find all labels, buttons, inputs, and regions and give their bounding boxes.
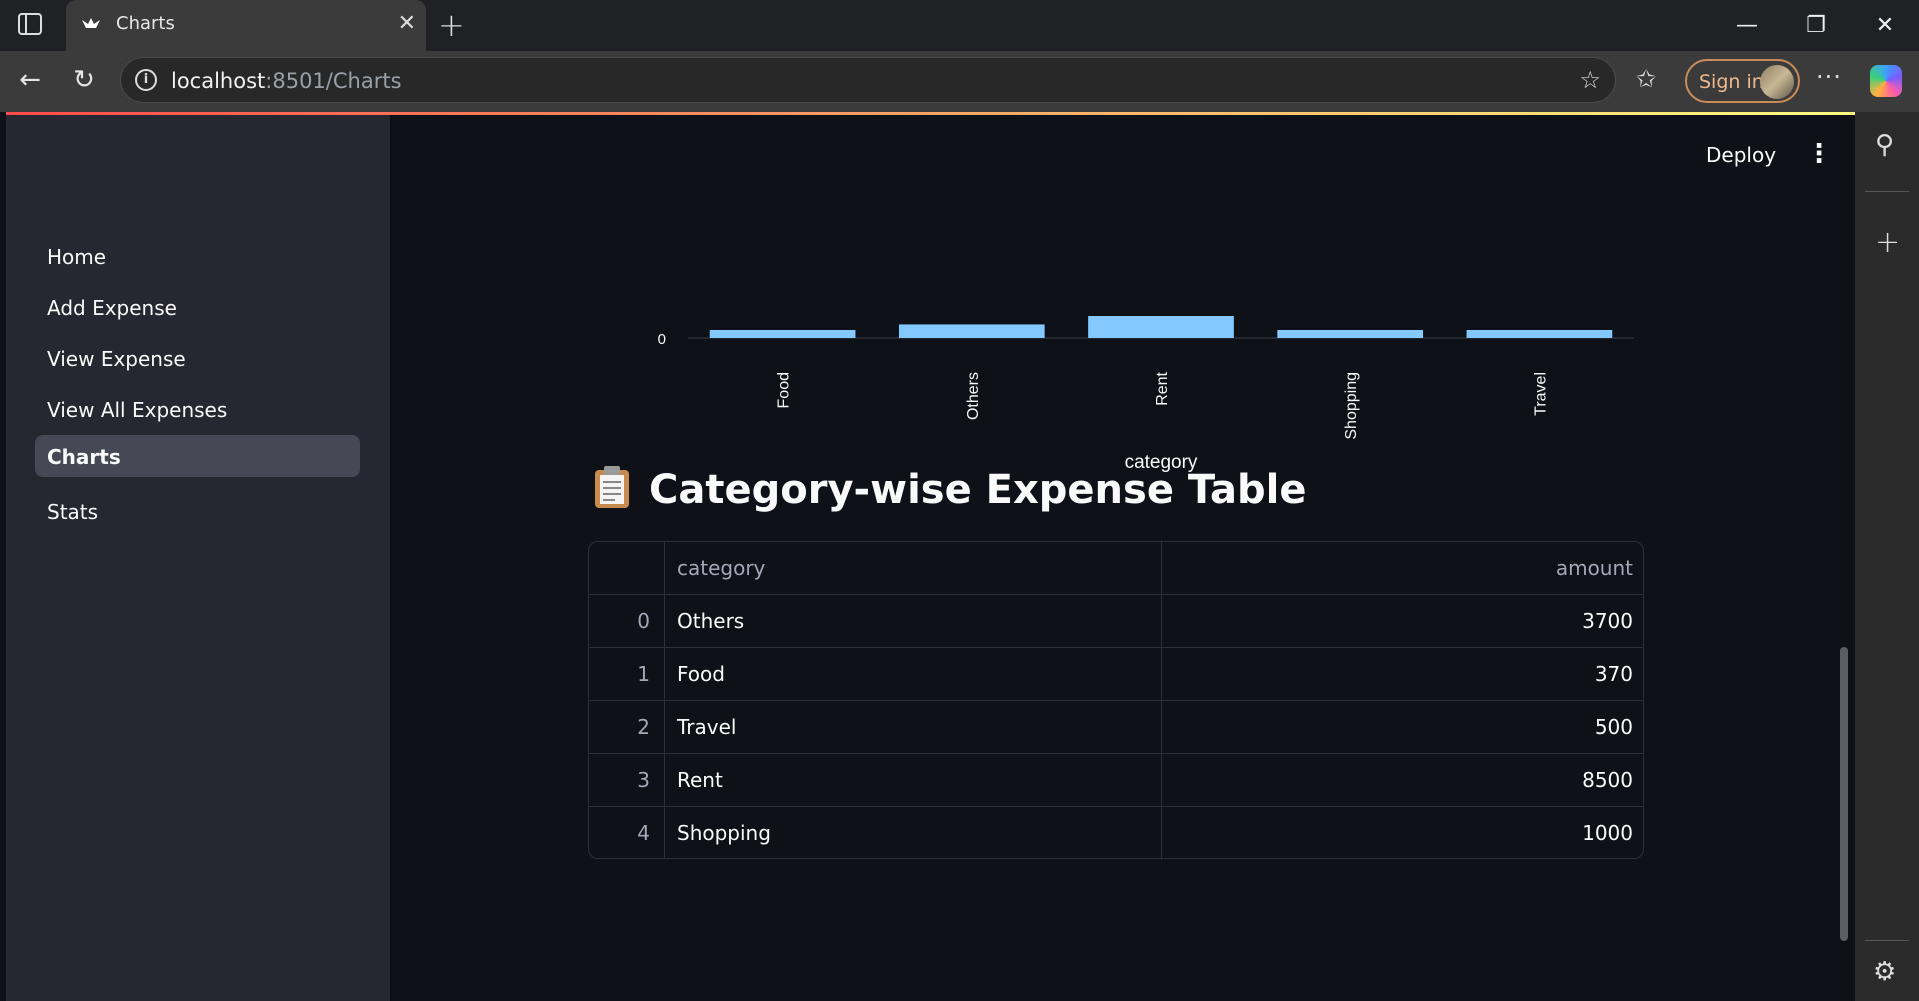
table-row[interactable]: 0 Others 3700 xyxy=(589,595,1643,648)
category-cell[interactable]: Rent xyxy=(665,754,1162,807)
category-cell[interactable]: Travel xyxy=(665,701,1162,754)
deploy-button[interactable]: Deploy xyxy=(1706,143,1776,167)
minimize-icon[interactable]: — xyxy=(1719,0,1775,51)
url-text[interactable]: localhost:8501/Charts xyxy=(171,69,402,93)
row-index: 3 xyxy=(589,754,665,807)
sidebar-item-add-expense[interactable]: Add Expense xyxy=(35,286,360,328)
table-row[interactable]: 1 Food 370 xyxy=(589,648,1643,701)
category-cell[interactable]: Food xyxy=(665,648,1162,701)
amount-cell[interactable]: 1000 xyxy=(1162,807,1643,858)
copilot-icon[interactable] xyxy=(1870,65,1902,97)
bar-food xyxy=(709,330,856,338)
x-tick-label: Shopping xyxy=(1343,372,1360,440)
browser-tab-bar: Charts ✕ + — ❐ ✕ xyxy=(0,0,1919,51)
row-index: 4 xyxy=(589,807,665,858)
section-title: Category-wise Expense Table xyxy=(649,467,1307,513)
bar-chart-svg: 0Food Others Rent Shopping Travelcategory xyxy=(658,316,1634,473)
favorites-icon[interactable]: ✩ xyxy=(1636,65,1656,93)
add-icon[interactable]: + xyxy=(1875,225,1900,260)
new-tab-icon[interactable]: + xyxy=(438,6,465,44)
row-index: 0 xyxy=(589,595,665,648)
address-bar[interactable]: i localhost:8501/Charts ☆ xyxy=(120,57,1616,103)
x-tick-label: Others xyxy=(965,372,982,420)
browser-side-panel: ⚲ + ⚙ xyxy=(1855,112,1919,1001)
sidebar-toggle-icon[interactable] xyxy=(18,13,42,35)
tab-close-icon[interactable]: ✕ xyxy=(398,11,416,36)
x-tick-label: Rent xyxy=(1154,371,1171,405)
bar-travel xyxy=(1466,330,1613,338)
sidebar: Home Add Expense View Expense View All E… xyxy=(6,115,390,1001)
row-index: 1 xyxy=(589,648,665,701)
section-heading: Category-wise Expense Table xyxy=(593,465,1306,513)
x-tick-label: Travel xyxy=(1532,372,1549,416)
favorite-star-icon[interactable]: ☆ xyxy=(1579,66,1601,94)
column-header-index[interactable] xyxy=(589,542,665,595)
restore-icon[interactable]: ❐ xyxy=(1788,0,1844,51)
bar-chart: 0 Food Others Rent Shopping Travel category xyxy=(620,180,1634,480)
search-icon[interactable]: ⚲ xyxy=(1875,130,1894,160)
amount-cell[interactable]: 8500 xyxy=(1162,754,1643,807)
reload-icon[interactable]: ↻ xyxy=(68,64,100,96)
sidebar-item-view-expense[interactable]: View Expense xyxy=(35,337,360,379)
more-options-icon[interactable]: ··· xyxy=(1816,63,1842,91)
main-menu-icon[interactable]: ⋮ xyxy=(1806,139,1832,169)
category-cell[interactable]: Others xyxy=(665,595,1162,648)
x-tick-label: Food xyxy=(776,372,793,408)
page-scrollbar[interactable] xyxy=(1840,647,1848,941)
table-row[interactable]: 3 Rent 8500 xyxy=(589,754,1643,807)
main-content: Deploy ⋮ 0 Food Others Rent Shopping Travel ca… xyxy=(390,115,1855,1001)
streamlit-crown-icon xyxy=(82,18,100,28)
tab-title: Charts xyxy=(116,13,175,34)
sign-in-button[interactable]: Sign in xyxy=(1685,59,1800,103)
category-cell[interactable]: Shopping xyxy=(665,807,1162,858)
amount-cell[interactable]: 3700 xyxy=(1162,595,1643,648)
column-header-category[interactable]: category xyxy=(665,542,1162,595)
site-info-icon[interactable]: i xyxy=(135,69,157,91)
sidebar-item-home[interactable]: Home xyxy=(35,235,360,277)
table-row[interactable]: 4 Shopping 1000 xyxy=(589,807,1643,858)
clipboard-icon xyxy=(595,466,629,508)
sidebar-item-stats[interactable]: Stats xyxy=(35,490,360,532)
bar-rent xyxy=(1088,316,1234,338)
column-header-amount[interactable]: amount xyxy=(1162,542,1643,595)
y-tick-label: 0 xyxy=(658,331,666,348)
amount-cell[interactable]: 370 xyxy=(1162,648,1643,701)
divider xyxy=(1865,191,1909,192)
browser-tab[interactable]: Charts ✕ xyxy=(66,0,426,51)
app-viewport: Home Add Expense View Expense View All E… xyxy=(6,112,1855,1001)
sidebar-item-view-all-expenses[interactable]: View All Expenses xyxy=(35,388,360,430)
gear-icon[interactable]: ⚙ xyxy=(1873,957,1896,987)
window-close-icon[interactable]: ✕ xyxy=(1857,0,1913,51)
table-row[interactable]: 2 Travel 500 xyxy=(589,701,1643,754)
bar-others xyxy=(898,324,1045,338)
amount-cell[interactable]: 500 xyxy=(1162,701,1643,754)
avatar xyxy=(1760,65,1794,99)
bar-shopping xyxy=(1277,330,1424,338)
divider xyxy=(1865,940,1909,941)
table-header: category amount xyxy=(589,542,1643,595)
back-icon[interactable]: ← xyxy=(14,64,46,96)
expense-table[interactable]: category amount 0 Others 3700 1 Food 370… xyxy=(588,541,1644,859)
browser-toolbar: ← ↻ i localhost:8501/Charts ☆ ✩ Sign in … xyxy=(0,51,1919,112)
sidebar-item-charts[interactable]: Charts xyxy=(35,435,360,477)
row-index: 2 xyxy=(589,701,665,754)
